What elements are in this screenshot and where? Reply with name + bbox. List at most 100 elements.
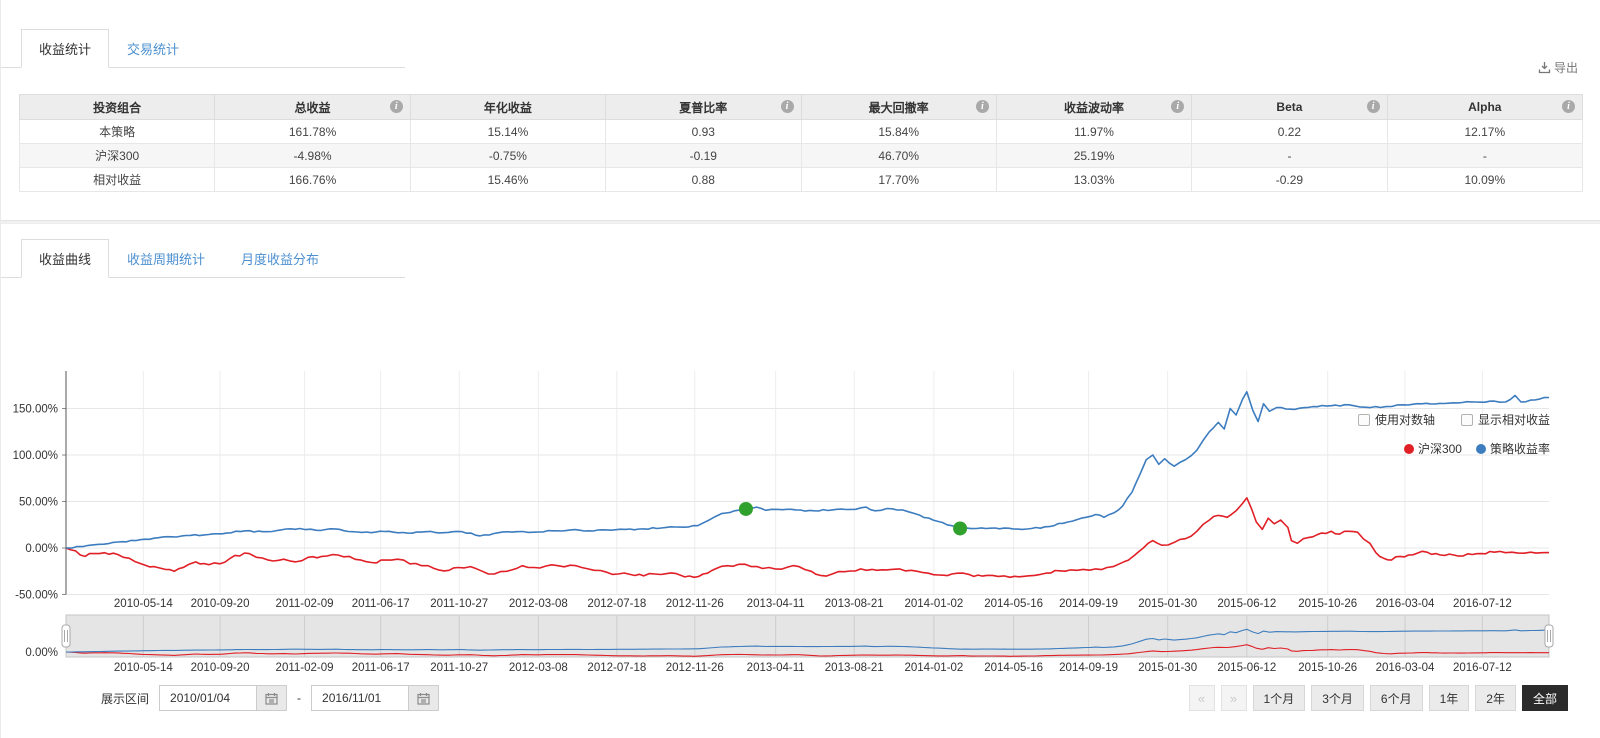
column-label: Beta [1276,100,1302,114]
navigator-tick-label: 2012-03-08 [509,662,568,674]
trade-marker[interactable] [953,521,967,535]
navigator-left-handle[interactable] [62,625,70,647]
checkbox-label: 使用对数轴 [1375,411,1435,428]
x-axis-tick-label: 2012-11-26 [666,598,724,610]
period-button-1y[interactable]: 1年 [1429,685,1470,711]
table-cell: 0.93 [606,120,801,144]
end-date-input[interactable] [311,685,409,711]
navigator-tick-label: 2016-03-04 [1376,662,1435,674]
column-header: 最大回撤率 i [801,95,996,120]
navigator-tick-label: 2013-08-21 [825,662,884,674]
chart-area: 使用对数轴 显示相对收益 沪深300 策略收益率 2010-05-14 2010-09… [1,367,1600,713]
y-axis-tick-label: 0.00% [25,543,58,555]
chart-tab-return-period-stats[interactable]: 收益周期统计 [109,239,223,278]
column-label: 投资组合 [93,101,141,115]
x-axis-tick-label: 2010-09-20 [191,598,250,610]
period-button-3m[interactable]: 3个月 [1311,685,1364,711]
y-axis-tick-label: 50.00% [19,497,58,509]
tab-trade-stats[interactable]: 交易统计 [109,29,197,68]
table-cell: 17.70% [801,168,996,192]
export-icon [1538,61,1551,74]
navigator-tick-label: 2012-07-18 [587,662,646,674]
navigator-tick-label: 2011-02-09 [276,662,334,674]
export-button[interactable]: 导出 [1532,58,1584,77]
x-axis-tick-label: 2010-05-14 [114,598,173,610]
info-icon[interactable]: i [1562,100,1575,113]
tab-income-stats[interactable]: 收益统计 [21,29,109,68]
table-row: 沪深300-4.98%-0.75%-0.1946.70%25.19%-- [20,144,1583,168]
x-axis-tick-label: 2014-09-19 [1059,598,1118,610]
legend-label: 策略收益率 [1490,440,1550,457]
trade-marker[interactable] [739,502,753,516]
period-controls: « » 1个月3个月6个月1年2年全部 [1189,685,1568,711]
checkbox-log-axis[interactable]: 使用对数轴 [1358,411,1435,428]
checkbox-relative-return[interactable]: 显示相对收益 [1461,411,1550,428]
range-separator: - [297,691,301,705]
column-label: 最大回撤率 [869,101,929,115]
chart-controls: 使用对数轴 显示相对收益 [1358,411,1550,428]
pager-next-button[interactable]: » [1221,685,1247,711]
chart-legend: 沪深300 策略收益率 [1404,440,1550,457]
column-header: Alpha i [1387,95,1582,120]
x-axis-tick-label: 2012-03-08 [509,598,568,610]
period-button-2y[interactable]: 2年 [1475,685,1516,711]
table-cell: -4.98% [215,144,410,168]
table-cell: - [1387,144,1582,168]
table-cell: -0.29 [1192,168,1387,192]
x-axis-tick-label: 2014-05-16 [984,598,1043,610]
navigator[interactable]: 2010-05-142010-09-202011-02-092011-06-17… [1,613,1600,677]
navigator-tick-label: 2014-05-16 [984,662,1043,674]
info-icon[interactable]: i [390,100,403,113]
chart-tab-monthly-return-distribution[interactable]: 月度收益分布 [223,239,337,278]
navigator-tick-label: 2015-01-30 [1138,662,1197,674]
period-button-6m[interactable]: 6个月 [1370,685,1423,711]
table-cell: 15.46% [410,168,605,192]
y-axis-tick-label: 150.00% [13,404,58,416]
table-cell: 12.17% [1387,120,1582,144]
navigator-tick-label: 2014-01-02 [904,662,963,674]
chart-tab-return-curve[interactable]: 收益曲线 [21,239,109,278]
navigator-tick-label: 2011-10-27 [430,662,488,674]
column-label: 年化收益 [484,101,532,115]
table-cell: -0.75% [410,144,605,168]
page: 收益统计交易统计 导出 投资组合总收益i年化收益夏普比率i最大回撤率i收益波动率… [0,0,1600,738]
info-icon[interactable]: i [781,100,794,113]
info-icon[interactable]: i [1171,100,1184,113]
table-row: 相对收益166.76%15.46%0.8817.70%13.03%-0.2910… [20,168,1583,192]
stats-table: 投资组合总收益i年化收益夏普比率i最大回撤率i收益波动率iBetaiAlphai… [19,94,1583,192]
end-date-calendar-button[interactable] [409,685,439,711]
legend-label: 沪深300 [1418,440,1462,457]
x-axis-tick-label: 2011-02-09 [276,598,334,610]
column-label: Alpha [1468,100,1501,114]
main-chart-plot[interactable]: 2010-05-142010-09-202011-02-092011-06-17… [1,367,1600,613]
legend-item-strategy-return[interactable]: 策略收益率 [1476,440,1550,457]
calendar-icon [265,692,278,705]
navigator-right-handle[interactable] [1545,625,1553,647]
start-date-calendar-button[interactable] [257,685,287,711]
table-cell: 相对收益 [20,168,215,192]
stats-tabbar: 收益统计交易统计 [1,28,405,68]
start-date-input[interactable] [159,685,257,711]
pager-prev-button[interactable]: « [1189,685,1215,711]
navigator-tick-label: 2015-06-12 [1217,662,1276,674]
x-axis-tick-label: 2011-10-27 [430,598,488,610]
navigator-y-label: 0.00% [25,647,58,659]
hs300-line [66,498,1549,578]
navigator-tick-label: 2010-09-20 [191,662,250,674]
period-button-1m[interactable]: 1个月 [1253,685,1306,711]
column-label: 总收益 [295,101,331,115]
table-cell: 13.03% [996,168,1191,192]
info-icon[interactable]: i [1367,100,1380,113]
relative-return-checkbox-input[interactable] [1461,414,1473,426]
legend-item-hs300[interactable]: 沪深300 [1404,440,1462,457]
table-cell: 46.70% [801,144,996,168]
x-axis-tick-label: 2015-06-12 [1217,598,1276,610]
info-icon[interactable]: i [976,100,989,113]
navigator-track[interactable] [66,615,1549,657]
column-label: 夏普比率 [679,101,727,115]
column-header: 总收益 i [215,95,410,120]
column-header: 年化收益 [410,95,605,120]
navigator-tick-label: 2010-05-14 [114,662,173,674]
log-axis-checkbox-input[interactable] [1358,414,1370,426]
period-button-all[interactable]: 全部 [1522,685,1568,711]
